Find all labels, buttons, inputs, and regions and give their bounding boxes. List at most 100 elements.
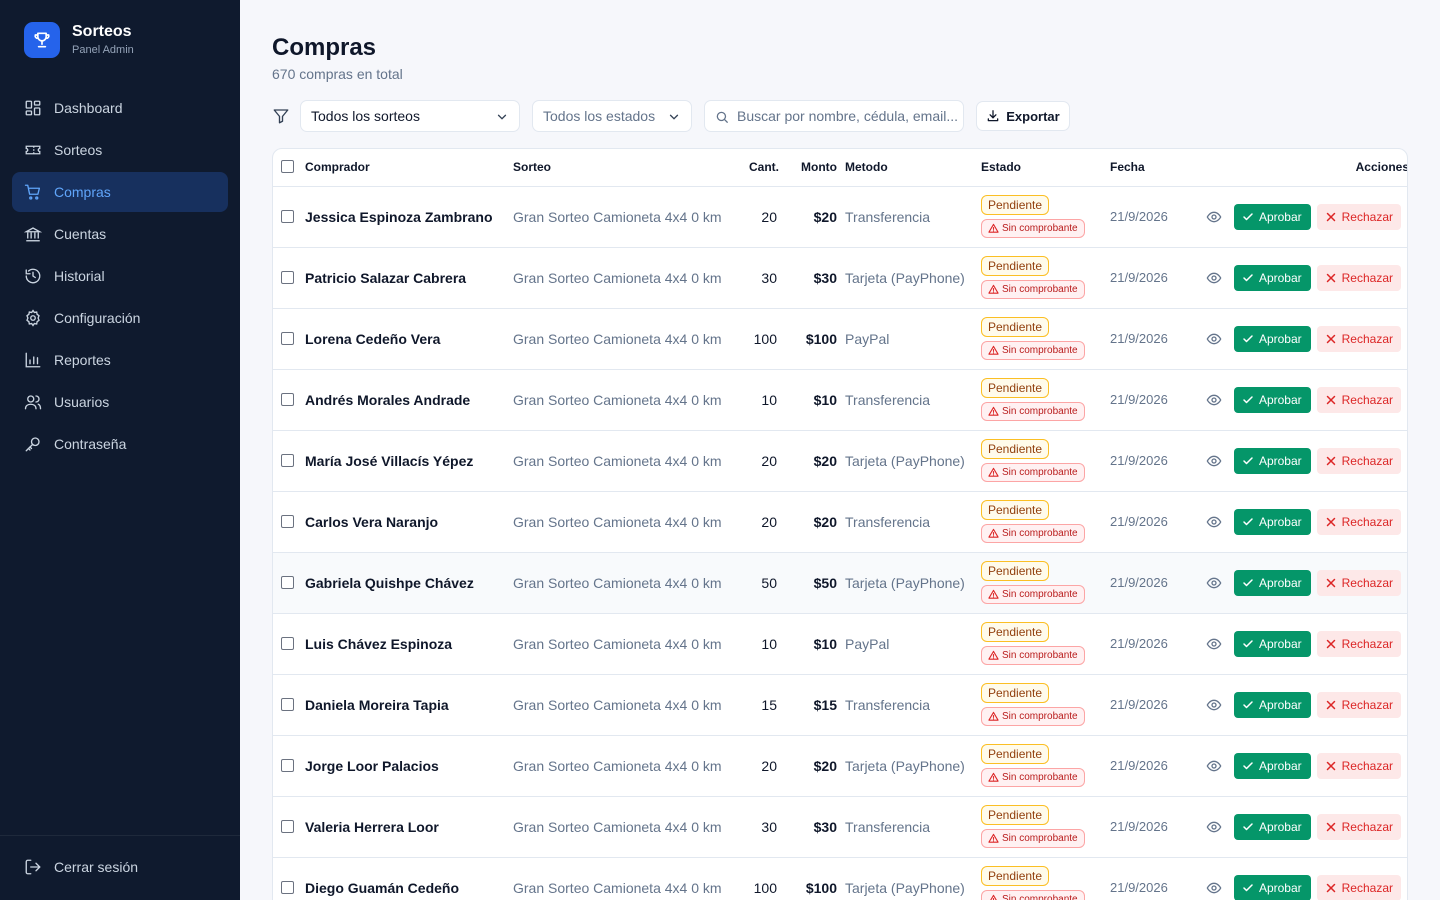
eye-icon[interactable] [1206,270,1222,286]
sidebar-item-cuentas[interactable]: Cuentas [12,214,228,254]
status-cell: Pendiente Sin comprobante [981,674,1110,735]
eye-icon[interactable] [1206,453,1222,469]
raffle-name: Gran Sorteo Camioneta 4x4 0 km [513,879,722,896]
reject-button[interactable]: Rechazar [1316,691,1401,718]
no-receipt-badge: Sin comprobante [981,402,1085,421]
eye-icon[interactable] [1206,575,1222,591]
reject-button[interactable]: Rechazar [1316,874,1401,900]
row-checkbox[interactable] [281,758,294,772]
table-row[interactable]: Lorena Cedeño Vera Gran Sorteo Camioneta… [273,308,1407,369]
eye-icon[interactable] [1206,819,1222,835]
approve-button[interactable]: Aprobar [1233,386,1311,413]
eye-icon[interactable] [1206,209,1222,225]
reject-label: Rechazar [1341,636,1393,651]
eye-icon[interactable] [1206,758,1222,774]
purchase-date: 21/9/2026 [1110,209,1168,224]
purchase-date: 21/9/2026 [1110,514,1168,529]
table-row[interactable]: María José Villacís Yépez Gran Sorteo Ca… [273,430,1407,491]
download-icon [986,109,1000,123]
reject-label: Rechazar [1341,453,1393,468]
approve-button[interactable]: Aprobar [1233,752,1311,779]
reject-button[interactable]: Rechazar [1316,264,1401,291]
approve-button[interactable]: Aprobar [1233,447,1311,474]
approve-button[interactable]: Aprobar [1233,691,1311,718]
row-checkbox[interactable] [281,514,294,528]
table-row[interactable]: Jorge Loor Palacios Gran Sorteo Camionet… [273,735,1407,796]
sidebar-item-historial[interactable]: Historial [12,256,228,296]
row-checkbox[interactable] [281,697,294,711]
approve-button[interactable]: Aprobar [1233,508,1311,535]
sidebar-item-sorteos[interactable]: Sorteos [12,130,228,170]
status-cell: Pendiente Sin comprobante [981,796,1110,857]
approve-button[interactable]: Aprobar [1233,325,1311,352]
status-badge: Pendiente [981,622,1050,642]
warning-icon [988,345,999,356]
status-badge: Pendiente [981,439,1050,459]
sidebar-item-compras[interactable]: Compras [12,172,228,212]
table-row[interactable]: Carlos Vera Naranjo Gran Sorteo Camionet… [273,491,1407,552]
header-date: Fecha [1110,149,1190,187]
approve-button[interactable]: Aprobar [1233,264,1311,291]
select-all-checkbox[interactable] [281,160,294,174]
table-row[interactable]: Valeria Herrera Loor Gran Sorteo Camione… [273,796,1407,857]
row-checkbox[interactable] [281,880,294,894]
reject-button[interactable]: Rechazar [1316,386,1401,413]
row-checkbox[interactable] [281,392,294,406]
key-icon [24,435,42,453]
reject-button[interactable]: Rechazar [1316,508,1401,535]
eye-icon[interactable] [1206,331,1222,347]
row-checkbox[interactable] [281,453,294,467]
warning-icon [988,284,999,295]
approve-button[interactable]: Aprobar [1233,569,1311,596]
row-checkbox[interactable] [281,209,294,223]
reject-button[interactable]: Rechazar [1316,569,1401,596]
search-input[interactable] [737,101,959,131]
row-checkbox[interactable] [281,270,294,284]
table-row[interactable]: Diego Guamán Cedeño Gran Sorteo Camionet… [273,857,1407,900]
reject-button[interactable]: Rechazar [1316,630,1401,657]
export-button[interactable]: Exportar [976,101,1070,131]
sidebar-item-contrasena[interactable]: Contraseña [12,424,228,464]
row-checkbox[interactable] [281,331,294,345]
approve-button[interactable]: Aprobar [1233,813,1311,840]
approve-label: Aprobar [1258,636,1302,651]
sidebar-item-reportes[interactable]: Reportes [12,340,228,380]
table-row[interactable]: Daniela Moreira Tapia Gran Sorteo Camion… [273,674,1407,735]
header-amount: Monto [779,149,845,187]
eye-icon[interactable] [1206,697,1222,713]
sidebar-item-configuracion[interactable]: Configuración [12,298,228,338]
brand[interactable]: Sorteos Panel Admin [24,22,134,58]
eye-icon[interactable] [1206,880,1222,896]
eye-icon[interactable] [1206,514,1222,530]
row-checkbox[interactable] [281,575,294,589]
sidebar-item-usuarios[interactable]: Usuarios [12,382,228,422]
no-receipt-label: Sin comprobante [1002,284,1078,295]
ticket-quantity: 30 [761,269,777,286]
logout-button[interactable]: Cerrar sesión [24,858,138,876]
no-receipt-badge: Sin comprobante [981,707,1085,726]
table-row[interactable]: Gabriela Quishpe Chávez Gran Sorteo Cami… [273,552,1407,613]
reject-button[interactable]: Rechazar [1316,813,1401,840]
eye-icon[interactable] [1206,392,1222,408]
status-select[interactable]: Todos los estados [532,100,692,132]
approve-label: Aprobar [1258,270,1302,285]
reject-button[interactable]: Rechazar [1316,447,1401,474]
approve-button[interactable]: Aprobar [1233,874,1311,900]
reject-button[interactable]: Rechazar [1316,325,1401,352]
approve-button[interactable]: Aprobar [1233,630,1311,657]
approve-button[interactable]: Aprobar [1233,203,1311,230]
sidebar-item-label: Usuarios [54,394,110,410]
eye-icon[interactable] [1206,636,1222,652]
search-box[interactable] [704,100,964,132]
chevron-down-icon [667,110,681,124]
table-row[interactable]: Jessica Espinoza Zambrano Gran Sorteo Ca… [273,186,1407,247]
reject-button[interactable]: Rechazar [1316,203,1401,230]
row-checkbox[interactable] [281,636,294,650]
sidebar-item-dashboard[interactable]: Dashboard [12,88,228,128]
raffle-select[interactable]: Todos los sorteos [300,100,520,132]
table-row[interactable]: Andrés Morales Andrade Gran Sorteo Camio… [273,369,1407,430]
table-row[interactable]: Luis Chávez Espinoza Gran Sorteo Camione… [273,613,1407,674]
table-row[interactable]: Patricio Salazar Cabrera Gran Sorteo Cam… [273,247,1407,308]
row-checkbox[interactable] [281,819,294,833]
reject-button[interactable]: Rechazar [1316,752,1401,779]
